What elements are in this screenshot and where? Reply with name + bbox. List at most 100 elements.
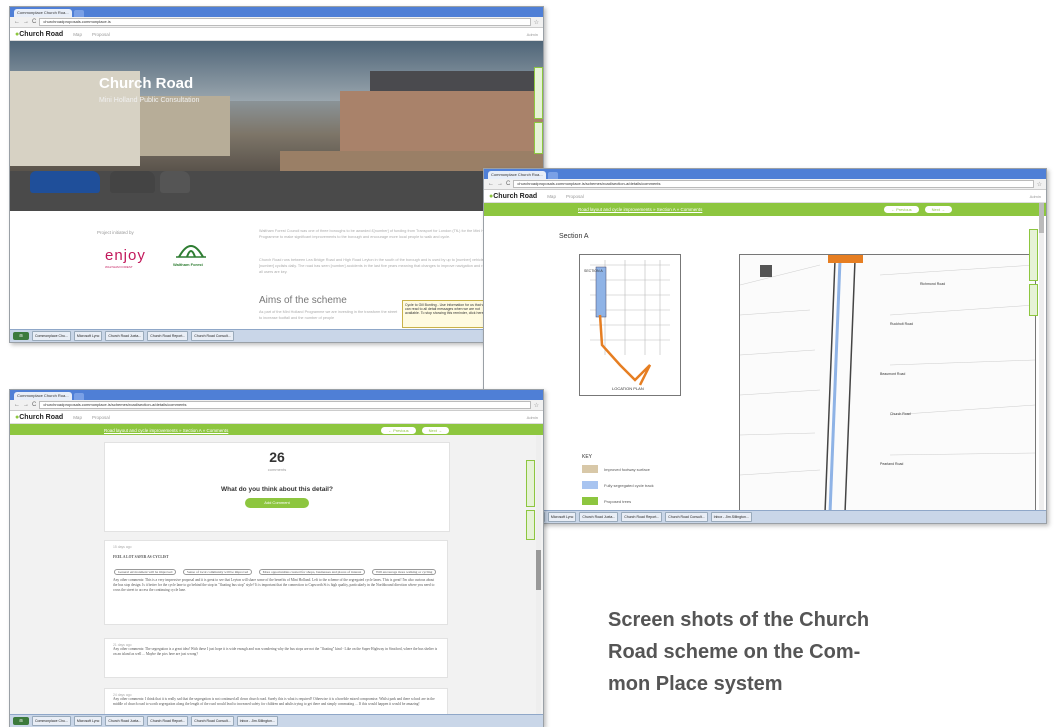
side-share-tab[interactable] bbox=[534, 122, 543, 154]
reload-icon[interactable]: C bbox=[32, 17, 36, 27]
site-logo[interactable]: ●Church Road bbox=[15, 414, 63, 421]
bookmark-star-icon[interactable]: ☆ bbox=[534, 402, 539, 409]
screenshot-landing-page: Commonplace Church Roa... ← → C churchro… bbox=[9, 6, 544, 343]
funded-by-label: Project initiated by bbox=[97, 230, 134, 235]
taskbar-item[interactable]: Inbox - Jim.Sillington... bbox=[236, 716, 278, 726]
breadcrumb-bar: Road layout and cycle improvements » Sec… bbox=[484, 203, 1046, 216]
caption: Screen shots of the Church Road scheme o… bbox=[608, 604, 1028, 700]
location-plan-image bbox=[579, 254, 681, 396]
scrollbar[interactable] bbox=[1039, 203, 1044, 523]
taskbar-item[interactable]: Commonplace Chu... bbox=[32, 331, 71, 341]
bookmark-star-icon[interactable]: ☆ bbox=[1037, 181, 1042, 188]
add-comment-button[interactable]: Add Comment bbox=[245, 498, 309, 508]
nav-proposal[interactable]: Proposal bbox=[566, 194, 584, 199]
taskbar-item[interactable]: Microsoft Lync bbox=[73, 331, 103, 341]
url-field[interactable]: churchroadproposals.commonplace.is/schem… bbox=[39, 401, 531, 409]
taskbar-item[interactable]: Church Road Consult... bbox=[191, 331, 234, 341]
taskbar-item[interactable]: Commonplace Chu... bbox=[32, 716, 71, 726]
url-field[interactable]: churchroadproposals.commonplace.is bbox=[39, 18, 531, 26]
map-label: Pearland Road bbox=[880, 462, 903, 466]
admin-menu[interactable]: Admin bbox=[527, 415, 538, 420]
previous-button[interactable]: ← Previous bbox=[380, 427, 416, 434]
aims-heading: Aims of the scheme bbox=[259, 295, 347, 306]
site-logo[interactable]: ●Church Road bbox=[15, 31, 63, 38]
comment-time: 15 days ago bbox=[113, 545, 132, 549]
breadcrumb[interactable]: Road layout and cycle improvements » Sec… bbox=[104, 428, 228, 433]
forward-icon[interactable]: → bbox=[497, 179, 503, 189]
caption-line: Screen shots of the Church bbox=[608, 609, 870, 631]
map-label: Church Road bbox=[890, 412, 911, 416]
taskbar-item[interactable]: Church Road Report... bbox=[147, 331, 189, 341]
bookmark-star-icon[interactable]: ☆ bbox=[534, 19, 539, 26]
taskbar-item[interactable]: Church Road Consult... bbox=[191, 716, 234, 726]
waltham-forest-logo-icon bbox=[176, 245, 206, 258]
taskbar-item[interactable]: Microsoft Lync bbox=[547, 512, 577, 522]
next-button[interactable]: Next → bbox=[421, 427, 449, 434]
nav-map[interactable]: Map bbox=[547, 194, 556, 199]
waltham-forest-logo-text: Waltham Forest bbox=[173, 262, 203, 267]
url-field[interactable]: churchroadproposals.commonplace.is/schem… bbox=[513, 180, 1034, 188]
breadcrumb[interactable]: Road layout and cycle improvements » Sec… bbox=[578, 207, 702, 212]
comment-count-label: comments bbox=[267, 467, 287, 472]
new-tab-button[interactable] bbox=[548, 172, 558, 179]
nav-map[interactable]: Map bbox=[73, 415, 82, 420]
side-share-tab[interactable] bbox=[1029, 284, 1038, 316]
taskbar-item[interactable]: Inbox - Jim.Sillington... bbox=[710, 512, 752, 522]
browser-tab-bar: Commonplace Church Roa... bbox=[484, 169, 1046, 179]
nav-map[interactable]: Map bbox=[73, 32, 82, 37]
reload-icon[interactable]: C bbox=[506, 179, 510, 189]
reload-icon[interactable]: C bbox=[32, 400, 36, 410]
taskbar-item[interactable]: Church Road Juxta... bbox=[579, 512, 619, 522]
taskbar-item[interactable]: Church Road Consult... bbox=[665, 512, 708, 522]
key-item: Improved footway surface bbox=[604, 467, 650, 472]
taskbar-item[interactable]: Church Road Juxta... bbox=[105, 331, 145, 341]
start-button[interactable]: ⊞ bbox=[13, 332, 29, 340]
forward-icon[interactable]: → bbox=[23, 400, 29, 410]
side-feedback-tab[interactable] bbox=[534, 67, 543, 119]
comment-text: Any other comments: The segregation is a… bbox=[113, 647, 438, 656]
start-button[interactable]: ⊞ bbox=[13, 717, 29, 725]
taskbar-item[interactable]: Church Road Report... bbox=[147, 716, 189, 726]
site-logo[interactable]: ●Church Road bbox=[489, 193, 537, 200]
taskbar-item[interactable]: Church Road Report... bbox=[621, 512, 663, 522]
section-a-plan-drawing[interactable]: Richmond Road Ruckholt Road Beaumont Roa… bbox=[739, 254, 1036, 514]
windows-taskbar: ⊞ Commonplace Chu... Microsoft Lync Chur… bbox=[10, 714, 543, 727]
address-bar-row: ← → C churchroadproposals.commonplace.is… bbox=[10, 400, 543, 411]
browser-tab[interactable]: Commonplace Church Roa... bbox=[14, 9, 72, 17]
key-title: KEY bbox=[582, 454, 593, 460]
caption-line: mon Place system bbox=[608, 673, 783, 695]
taskbar-item[interactable]: Microsoft Lync bbox=[73, 716, 103, 726]
browser-tab[interactable]: Commonplace Church Roa... bbox=[488, 171, 546, 179]
hero-subtitle: Mini Holland Public Consultation bbox=[99, 97, 200, 104]
screenshot-comments-page: Commonplace Church Roa... ← → C churchro… bbox=[9, 389, 544, 727]
taskbar-item[interactable]: Church Road Juxta... bbox=[105, 716, 145, 726]
forward-icon[interactable]: → bbox=[23, 17, 29, 27]
nav-proposal[interactable]: Proposal bbox=[92, 415, 110, 420]
side-share-tab[interactable] bbox=[526, 510, 535, 540]
nav-proposal[interactable]: Proposal bbox=[92, 32, 110, 37]
enjoy-logo-sub: WALTHAM FOREST bbox=[105, 265, 133, 269]
comment-summary-card: 26 comments What do you think about this… bbox=[104, 442, 450, 532]
back-icon[interactable]: ← bbox=[488, 179, 494, 189]
back-icon[interactable]: ← bbox=[14, 400, 20, 410]
back-icon[interactable]: ← bbox=[14, 17, 20, 27]
new-tab-button[interactable] bbox=[74, 393, 84, 400]
comment-text: Any other comments: I think that it is r… bbox=[113, 697, 435, 706]
section-a-map-label: SECTION A bbox=[584, 269, 603, 273]
address-bar-row: ← → C churchroadproposals.commonplace.is… bbox=[484, 179, 1046, 190]
previous-button[interactable]: ← Previous bbox=[883, 206, 919, 213]
admin-menu[interactable]: Admin bbox=[1030, 194, 1041, 199]
aims-paragraph: As part of the Mini Holland Programme we… bbox=[259, 310, 398, 320]
next-button[interactable]: Next → bbox=[924, 206, 952, 213]
new-tab-button[interactable] bbox=[74, 10, 84, 17]
browser-tab[interactable]: Commonplace Church Roa... bbox=[14, 392, 72, 400]
comment-tag: Will encourage more walking or cycling bbox=[371, 569, 437, 575]
side-feedback-tab[interactable] bbox=[1029, 229, 1038, 281]
caption-line: Road scheme on the Com- bbox=[608, 641, 861, 663]
key-item: Fully segregated cycle track bbox=[604, 483, 654, 488]
notification-popup[interactable]: Cycle to Gill Bunting - Use information … bbox=[402, 300, 490, 328]
question-heading: What do you think about this detail? bbox=[221, 486, 333, 493]
scrollbar[interactable] bbox=[536, 435, 541, 715]
admin-menu[interactable]: Admin bbox=[527, 32, 538, 37]
side-feedback-tab[interactable] bbox=[526, 460, 535, 507]
